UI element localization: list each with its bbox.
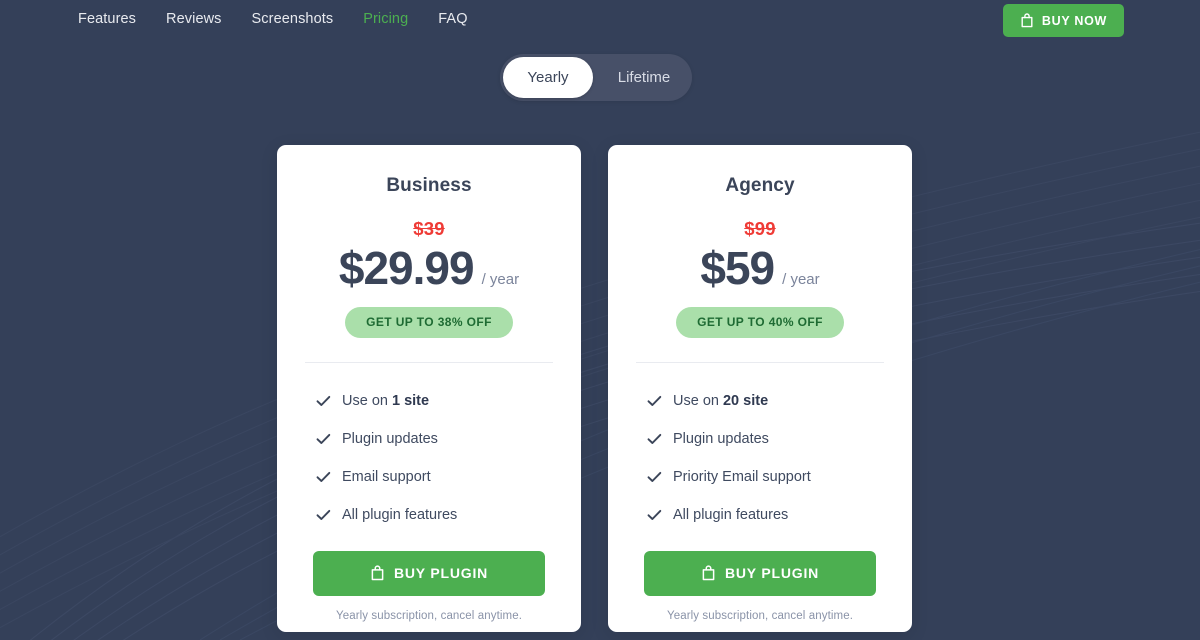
buy-plugin-button[interactable]: BUY PLUGIN xyxy=(313,550,545,596)
card-divider xyxy=(636,361,884,363)
buy-plugin-label: BUY PLUGIN xyxy=(724,565,820,582)
nav-link-pricing[interactable]: Pricing xyxy=(363,11,408,27)
pricing-cards: Business $39 $29.99 / year GET UP TO 38%… xyxy=(277,145,912,632)
plan-price-row: $29.99 / year xyxy=(339,243,519,294)
plan-old-price: $99 xyxy=(744,218,776,239)
nav-link-screenshots[interactable]: Screenshots xyxy=(252,11,334,27)
feature-item: Priority Email support xyxy=(647,458,884,496)
checkmark-icon xyxy=(316,509,331,520)
feature-item: Plugin updates xyxy=(316,420,553,458)
plan-price: $59 xyxy=(700,242,775,294)
feature-item: All plugin features xyxy=(316,496,553,534)
plan-price: $29.99 xyxy=(338,242,475,294)
plan-name: Agency xyxy=(725,175,795,196)
checkmark-icon xyxy=(647,433,662,444)
pricing-card-business: Business $39 $29.99 / year GET UP TO 38%… xyxy=(277,145,581,632)
feature-text: Plugin updates xyxy=(673,430,769,447)
feature-item: Plugin updates xyxy=(647,420,884,458)
plan-old-price: $39 xyxy=(413,218,445,239)
discount-badge: GET UP TO 40% OFF xyxy=(676,306,844,338)
feature-text: Priority Email support xyxy=(673,468,811,485)
feature-item: All plugin features xyxy=(647,496,884,534)
buy-plugin-button[interactable]: BUY PLUGIN xyxy=(644,550,876,596)
feature-item: Email support xyxy=(316,458,553,496)
toggle-option-lifetime-label: Lifetime xyxy=(617,69,671,86)
card-divider xyxy=(305,361,553,363)
card-note: Yearly subscription, cancel anytime. xyxy=(667,609,853,622)
checkmark-icon xyxy=(316,471,331,482)
shopping-bag-icon xyxy=(371,565,384,581)
toggle-option-yearly[interactable]: Yearly xyxy=(503,57,593,98)
feature-text: Use on 1 site xyxy=(342,392,430,409)
toggle-option-lifetime[interactable]: Lifetime xyxy=(599,57,689,98)
nav-link-reviews[interactable]: Reviews xyxy=(166,11,222,27)
shopping-bag-icon xyxy=(702,565,715,581)
plan-name: Business xyxy=(386,175,472,196)
checkmark-icon xyxy=(647,471,662,482)
checkmark-icon xyxy=(316,395,331,406)
billing-period-toggle[interactable]: Yearly Lifetime xyxy=(500,54,692,101)
feature-text: All plugin features xyxy=(673,506,789,523)
checkmark-icon xyxy=(316,433,331,444)
buy-plugin-label: BUY PLUGIN xyxy=(393,565,489,582)
buy-now-label: BUY NOW xyxy=(1041,13,1107,28)
plan-price-period: / year xyxy=(782,271,820,288)
feature-text: All plugin features xyxy=(342,506,458,523)
plan-price-row: $59 / year xyxy=(700,243,819,294)
checkmark-icon xyxy=(647,395,662,406)
pricing-card-agency: Agency $99 $59 / year GET UP TO 40% OFF … xyxy=(608,145,912,632)
feature-text: Plugin updates xyxy=(342,430,438,447)
shopping-bag-icon xyxy=(1021,13,1033,28)
feature-item: Use on 20 site xyxy=(647,382,884,420)
card-note: Yearly subscription, cancel anytime. xyxy=(336,609,522,622)
feature-list: Use on 1 site Plugin updates Email suppo… xyxy=(305,382,553,534)
feature-item: Use on 1 site xyxy=(316,382,553,420)
nav-link-faq[interactable]: FAQ xyxy=(438,11,467,27)
feature-list: Use on 20 site Plugin updates Priority E… xyxy=(636,382,884,534)
top-navigation-bar: Features Reviews Screenshots Pricing FAQ… xyxy=(0,0,1200,42)
discount-badge: GET UP TO 38% OFF xyxy=(345,306,513,338)
plan-price-period: / year xyxy=(481,271,520,288)
checkmark-icon xyxy=(647,509,662,520)
feature-text: Email support xyxy=(342,468,431,485)
nav-links: Features Reviews Screenshots Pricing FAQ xyxy=(78,11,468,27)
nav-link-features[interactable]: Features xyxy=(78,11,136,27)
feature-text: Use on 20 site xyxy=(673,392,769,409)
toggle-option-yearly-label: Yearly xyxy=(527,69,569,86)
buy-now-button[interactable]: BUY NOW xyxy=(1002,4,1124,37)
